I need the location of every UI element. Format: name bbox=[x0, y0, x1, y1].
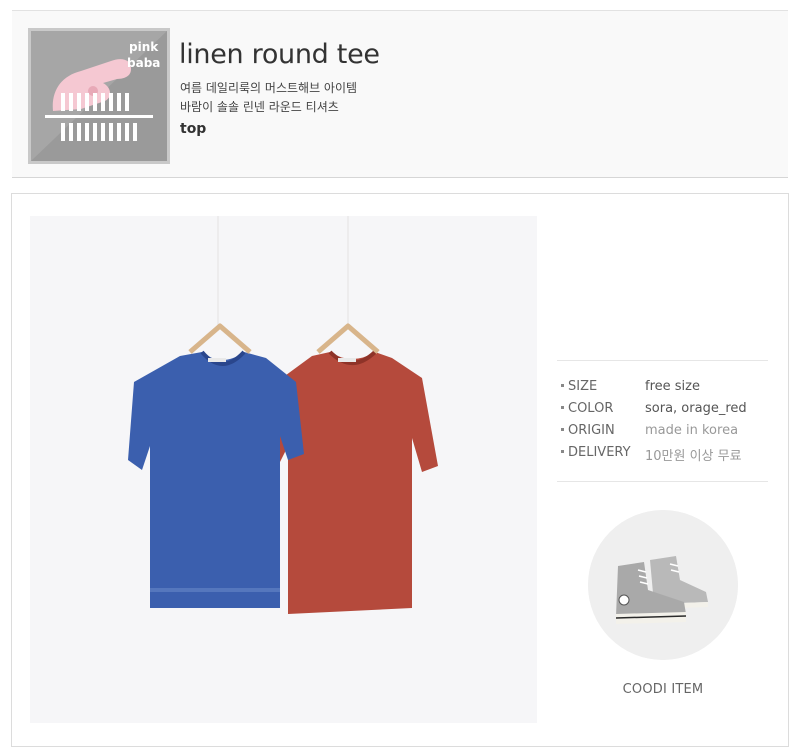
spec-key: SIZE bbox=[561, 379, 597, 394]
logo-text-pink: pink bbox=[129, 40, 159, 54]
spec-key: DELIVERY bbox=[561, 445, 631, 460]
spec-key: ORIGIN bbox=[561, 423, 615, 438]
product-category: top bbox=[180, 121, 207, 137]
tshirts-illustration bbox=[30, 216, 537, 723]
spec-value: 10만원 이상 무료 bbox=[645, 449, 742, 464]
brand-logo[interactable]: pink baba bbox=[28, 28, 170, 164]
spec-value: made in korea bbox=[645, 423, 739, 438]
product-title: linen round tee bbox=[179, 39, 380, 70]
spec-value: free size bbox=[645, 379, 700, 394]
coodi-item-image[interactable] bbox=[588, 510, 738, 660]
product-photo[interactable] bbox=[30, 216, 537, 723]
product-header: pink baba linen round tee 여름 데일리룩의 머스트해브… bbox=[12, 10, 788, 178]
coodi-item-label[interactable]: COODI ITEM bbox=[588, 682, 738, 697]
logo-text-baba: baba bbox=[127, 56, 160, 70]
spec-table: SIZE free size COLOR sora, orage_red ORI… bbox=[557, 360, 768, 482]
spec-value: sora, orage_red bbox=[645, 401, 747, 416]
sneaker-icon bbox=[588, 510, 738, 660]
description-line: 여름 데일리룩의 머스트해브 아이템 bbox=[180, 81, 358, 95]
description-line: 바람이 솔솔 린넨 라운드 티셔츠 bbox=[180, 100, 339, 114]
product-detail-panel: SIZE free size COLOR sora, orage_red ORI… bbox=[11, 193, 789, 747]
logo-graphic: pink baba bbox=[31, 31, 167, 161]
product-description: 여름 데일리룩의 머스트해브 아이템 바람이 솔솔 린넨 라운드 티셔츠 bbox=[180, 79, 357, 117]
spec-key: COLOR bbox=[561, 401, 613, 416]
